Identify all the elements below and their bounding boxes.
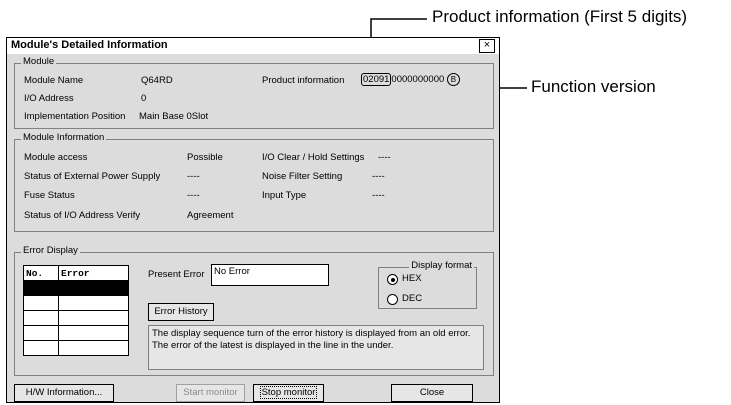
implementation-position-label: Implementation Position: [24, 111, 126, 122]
module-legend: Module: [21, 56, 57, 67]
module-information-group: Module Information Module access Possibl…: [14, 132, 494, 232]
present-error-label: Present Error: [148, 269, 205, 280]
present-error-value: No Error: [214, 266, 250, 277]
error-description-text: The display sequence turn of the error h…: [152, 328, 471, 351]
module-detail-dialog: Module's Detailed Information × Module M…: [6, 37, 500, 403]
module-group: Module Module Name Q64RD I/O Address 0 I…: [14, 56, 494, 129]
fuse-status-value: ----: [187, 190, 200, 201]
product-information-value: 02091 0000000000 B: [361, 73, 460, 87]
hex-radio-label[interactable]: HEX: [402, 273, 422, 284]
stop-monitor-label: Stop monitor: [259, 386, 318, 399]
io-address-value: 0: [141, 93, 147, 104]
dec-radio[interactable]: [387, 294, 398, 305]
table-row[interactable]: [23, 340, 129, 356]
error-history-button[interactable]: Error History: [148, 303, 214, 321]
table-row[interactable]: [23, 280, 129, 296]
module-information-legend: Module Information: [21, 132, 107, 143]
module-name-label: Module Name: [24, 75, 84, 86]
module-access-value: Possible: [187, 152, 223, 163]
io-address-verify-value: Agreement: [187, 210, 234, 221]
product-remaining-digits: 0000000000: [391, 74, 445, 86]
table-row[interactable]: [23, 295, 129, 311]
error-history-table[interactable]: No. Error: [23, 265, 129, 356]
display-format-group: Display format HEX DEC: [378, 260, 477, 309]
error-col-error: Error: [58, 265, 129, 281]
io-clear-hold-value: ----: [378, 152, 391, 163]
external-power-value: ----: [187, 171, 200, 182]
display-format-legend: Display format: [409, 260, 474, 271]
noise-filter-value: ----: [372, 171, 385, 182]
error-table-header: No. Error: [23, 265, 129, 281]
fuse-status-label: Fuse Status: [24, 190, 75, 201]
title-bar: Module's Detailed Information ×: [7, 38, 499, 54]
module-access-label: Module access: [24, 152, 88, 163]
function-version-badge: B: [446, 73, 460, 86]
product-information-label: Product information: [262, 75, 345, 86]
implementation-position-value: Main Base 0Slot: [139, 111, 209, 122]
dec-radio-label[interactable]: DEC: [402, 293, 422, 304]
annotation-function-version: Function version: [531, 77, 656, 96]
stop-monitor-button[interactable]: Stop monitor: [253, 384, 324, 402]
input-type-value: ----: [372, 190, 385, 201]
dialog-title: Module's Detailed Information: [11, 39, 168, 51]
present-error-field[interactable]: No Error: [211, 264, 329, 286]
error-col-no: No.: [23, 265, 59, 281]
io-address-label: I/O Address: [24, 93, 74, 104]
input-type-label: Input Type: [262, 190, 307, 201]
start-monitor-button[interactable]: Start monitor: [176, 384, 245, 402]
close-icon[interactable]: ×: [479, 39, 495, 53]
close-button[interactable]: Close: [391, 384, 473, 402]
hex-radio[interactable]: [387, 274, 398, 285]
product-first5-digits: 02091: [361, 73, 392, 87]
io-clear-hold-label: I/O Clear / Hold Settings: [262, 152, 365, 163]
external-power-label: Status of External Power Supply: [24, 171, 161, 182]
annotation-product-info: Product information (First 5 digits): [432, 7, 688, 26]
table-row[interactable]: [23, 310, 129, 326]
table-row[interactable]: [23, 325, 129, 341]
error-display-legend: Error Display: [21, 245, 80, 256]
module-name-value: Q64RD: [141, 75, 173, 86]
error-description-box: The display sequence turn of the error h…: [148, 325, 484, 370]
io-address-verify-label: Status of I/O Address Verify: [24, 210, 141, 221]
hw-information-button[interactable]: H/W Information...: [14, 384, 114, 402]
noise-filter-label: Noise Filter Setting: [262, 171, 343, 182]
error-display-group: Error Display No. Error Present Error No…: [14, 245, 494, 376]
